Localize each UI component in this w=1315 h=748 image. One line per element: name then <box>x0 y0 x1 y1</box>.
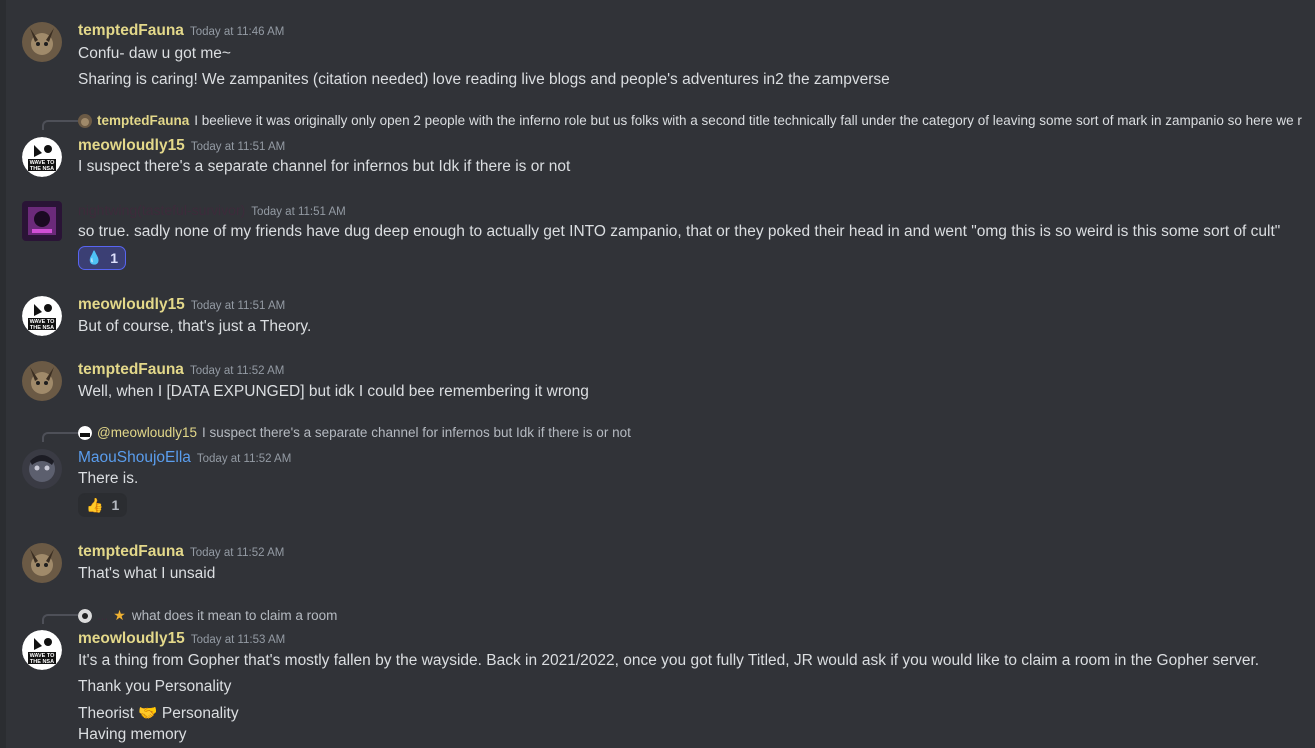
message-text: so true. sadly none of my friends have d… <box>78 223 1281 240</box>
message-text: Confu- daw u got me~ <box>78 45 231 62</box>
left-edge-strip <box>0 0 6 748</box>
star-icon: ★ <box>113 607 126 623</box>
message-text: But of course, that's just a Theory. <box>78 318 312 335</box>
timestamp: Today at 11:51 AM <box>190 300 286 312</box>
reply-username[interactable]: ... <box>97 608 108 623</box>
timestamp: Today at 11:52 AM <box>189 547 285 559</box>
message-text: There is. <box>78 470 139 487</box>
username[interactable]: meowloudly15 <box>78 137 185 154</box>
avatar-meowloudly15[interactable]: WAVE TO THE NSA <box>22 137 62 177</box>
message-text: That's what I unsaid <box>78 565 216 582</box>
reply-spine <box>42 614 78 624</box>
reply-preview[interactable]: @meowloudly15 I suspect there's a separa… <box>78 425 631 440</box>
timestamp: Today at 11:51 AM <box>251 206 346 218</box>
water-drop-icon: 💧 <box>86 250 103 265</box>
reply-spine <box>42 432 78 442</box>
reply-text: I suspect there's a separate channel for… <box>202 425 631 440</box>
avatar-temptedfauna[interactable] <box>22 361 62 401</box>
username[interactable]: temptedFauna <box>78 543 184 560</box>
reaction-water-drop[interactable]: 💧 1 <box>78 246 126 270</box>
avatar-temptedfauna[interactable] <box>22 22 62 62</box>
timestamp: Today at 11:52 AM <box>196 453 292 465</box>
username[interactable]: temptedFauna <box>78 22 184 39</box>
reply-avatar-icon <box>78 113 92 128</box>
reply-avatar-icon <box>78 425 92 440</box>
avatar-text: THE NSA <box>30 325 54 331</box>
message-text: Sharing is caring! We zampanites (citati… <box>78 71 890 88</box>
timestamp: Today at 11:46 AM <box>189 26 285 38</box>
reply-text: I beelieve it was originally only open 2… <box>194 113 1302 128</box>
timestamp: Today at 11:53 AM <box>190 634 286 646</box>
reaction-count: 1 <box>110 250 118 266</box>
username[interactable]: nightwing(tasteful-survivor) <box>78 202 245 218</box>
message-text: Well, when I [DATA EXPUNGED] but idk I c… <box>78 383 589 400</box>
avatar-text: THE NSA <box>30 659 54 665</box>
avatar-meowloudly15[interactable]: WAVE TO THE NSA <box>22 630 62 670</box>
message-text: Thank you Personality <box>78 678 232 695</box>
timestamp: Today at 11:52 AM <box>189 365 285 377</box>
reply-preview[interactable]: temptedFauna I beelieve it was originall… <box>78 113 1302 128</box>
message-text: I suspect there's a separate channel for… <box>78 158 571 175</box>
message-text: Having memory <box>78 726 187 743</box>
timestamp: Today at 11:51 AM <box>190 141 286 153</box>
message-text: It's a thing from Gopher that's mostly f… <box>78 652 1260 669</box>
avatar-text: THE NSA <box>30 166 54 172</box>
reply-username[interactable]: @meowloudly15 <box>97 425 197 440</box>
reaction-count: 1 <box>111 497 120 513</box>
username[interactable]: meowloudly15 <box>78 630 185 647</box>
reply-text: what does it mean to claim a room <box>131 608 338 623</box>
username[interactable]: temptedFauna <box>78 361 184 378</box>
thumbs-up-icon: 👍 <box>86 496 104 513</box>
avatar-maoushoujoella[interactable] <box>22 449 62 489</box>
reply-username[interactable]: temptedFauna <box>97 113 189 128</box>
reply-spine <box>42 120 78 130</box>
reaction-thumbs-up[interactable]: 👍 1 <box>78 493 128 517</box>
message-text: Theorist 🤝 Personality <box>78 705 239 722</box>
username[interactable]: MaouShoujoElla <box>78 449 191 466</box>
username[interactable]: meowloudly15 <box>78 296 185 313</box>
reply-avatar-icon <box>78 608 92 623</box>
avatar-hidden-user[interactable] <box>22 201 62 241</box>
reply-preview[interactable]: ... ★ what does it mean to claim a room <box>78 607 337 624</box>
avatar-temptedfauna[interactable] <box>22 543 62 583</box>
avatar-meowloudly15[interactable]: WAVE TO THE NSA <box>22 296 62 336</box>
